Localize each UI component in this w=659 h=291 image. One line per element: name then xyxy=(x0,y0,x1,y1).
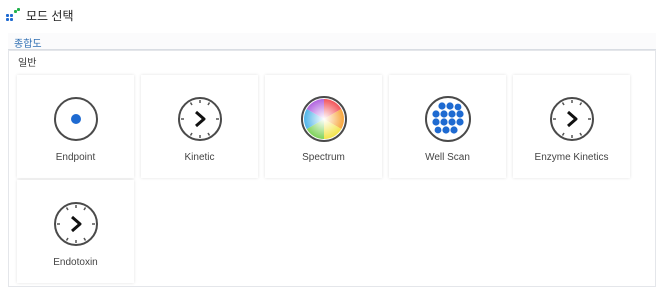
color-wheel-icon xyxy=(300,96,347,142)
mode-label: Well Scan xyxy=(425,152,470,163)
mode-tile-endpoint[interactable]: Endpoint xyxy=(17,75,134,178)
endpoint-dot-icon xyxy=(53,97,98,141)
mode-tile-endotoxin[interactable]: Endotoxin xyxy=(17,180,134,283)
mode-label: Spectrum xyxy=(302,152,345,163)
mode-label: Endpoint xyxy=(55,152,96,163)
window-title-bar: 모드 선택 xyxy=(6,5,74,25)
dot-grid-icon xyxy=(424,96,471,142)
section-label: 일반 xyxy=(18,58,37,69)
mode-tile-kinetic[interactable]: Kinetic xyxy=(141,75,258,178)
mode-label: Kinetic xyxy=(184,152,215,163)
app-icon xyxy=(6,8,20,22)
tab-strip: 종합도 xyxy=(8,33,656,50)
mode-grid: Endpoint Kinetic Spectrum Well Scan Enzy… xyxy=(15,73,655,285)
clock-icon xyxy=(177,97,222,141)
tab-general[interactable]: 종합도 xyxy=(14,35,42,50)
window-title: 모드 선택 xyxy=(26,8,74,23)
clock-icon xyxy=(53,202,98,246)
mode-tile-enzyme-kinetics[interactable]: Enzyme Kinetics xyxy=(513,75,630,178)
mode-tile-spectrum[interactable]: Spectrum xyxy=(265,75,382,178)
mode-tile-well-scan[interactable]: Well Scan xyxy=(389,75,506,178)
mode-label: Enzyme Kinetics xyxy=(534,152,609,163)
clock-icon xyxy=(549,97,594,141)
mode-label: Endotoxin xyxy=(53,257,98,268)
